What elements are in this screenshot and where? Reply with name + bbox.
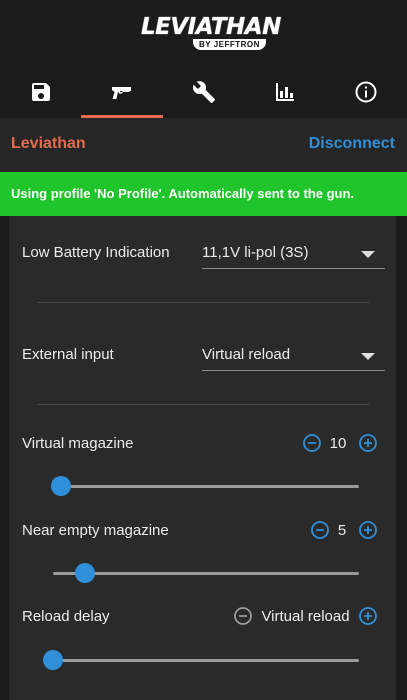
slider-track xyxy=(53,572,359,575)
virtual-magazine-decrement-button[interactable] xyxy=(303,434,321,452)
tab-save[interactable] xyxy=(0,66,81,118)
logo-title: LEVIATHAN xyxy=(141,14,281,40)
tab-info[interactable] xyxy=(326,66,407,118)
tab-gun[interactable] xyxy=(81,66,163,118)
tab-tools[interactable] xyxy=(163,66,244,118)
near-empty-magazine-value: 5 xyxy=(337,522,347,539)
chevron-down-icon xyxy=(361,251,375,258)
virtual-magazine-value: 10 xyxy=(329,435,347,452)
reload-delay-label: Reload delay xyxy=(22,608,110,625)
plus-circle-icon xyxy=(359,434,377,452)
virtual-magazine-slider[interactable] xyxy=(50,475,359,497)
profile-status-banner: Using profile 'No Profile'. Automaticall… xyxy=(0,172,407,216)
divider xyxy=(38,302,369,303)
minus-circle-icon xyxy=(234,607,252,625)
settings-panel: Low Battery Indication 11,1V li-pol (3S)… xyxy=(9,216,396,700)
low-battery-select[interactable]: 11,1V li-pol (3S) xyxy=(202,238,385,269)
disconnect-button[interactable]: Disconnect xyxy=(309,135,395,153)
plus-circle-icon xyxy=(359,607,377,625)
slider-track xyxy=(53,485,359,488)
virtual-magazine-label: Virtual magazine xyxy=(22,435,134,452)
leviathan-logo: LEVIATHAN BY JEFFTRON xyxy=(141,14,281,54)
external-input-label: External input xyxy=(22,346,114,363)
slider-thumb[interactable] xyxy=(50,476,71,496)
reload-delay-value: Virtual reload xyxy=(261,608,350,625)
logo-subtitle: BY JEFFTRON xyxy=(193,39,266,50)
wrench-icon xyxy=(192,81,215,103)
reload-delay-decrement-button[interactable] xyxy=(234,607,252,625)
save-icon xyxy=(31,83,50,101)
near-empty-increment-button[interactable] xyxy=(359,521,377,539)
connection-bar: Leviathan Disconnect xyxy=(0,118,407,172)
reload-delay-increment-button[interactable] xyxy=(359,607,377,625)
chevron-down-icon xyxy=(361,353,375,360)
bar-chart-icon xyxy=(275,83,294,101)
device-name: Leviathan xyxy=(11,135,86,152)
near-empty-decrement-button[interactable] xyxy=(311,521,329,539)
low-battery-label: Low Battery Indication xyxy=(22,244,170,261)
minus-circle-icon xyxy=(303,434,321,452)
near-empty-magazine-slider[interactable] xyxy=(53,562,359,584)
minus-circle-icon xyxy=(311,521,329,539)
divider xyxy=(38,404,369,405)
virtual-magazine-increment-button[interactable] xyxy=(359,434,377,452)
slider-track xyxy=(53,659,359,662)
reload-delay-slider[interactable] xyxy=(43,649,359,671)
tab-stats[interactable] xyxy=(244,66,325,118)
external-input-select[interactable]: Virtual reload xyxy=(202,340,385,371)
low-battery-value: 11,1V li-pol (3S) xyxy=(202,244,309,261)
slider-thumb[interactable] xyxy=(75,563,96,583)
info-icon xyxy=(355,81,377,103)
near-empty-magazine-label: Near empty magazine xyxy=(22,522,169,539)
app-header: LEVIATHAN BY JEFFTRON xyxy=(0,0,407,66)
external-input-value: Virtual reload xyxy=(202,346,291,363)
slider-thumb[interactable] xyxy=(43,650,63,670)
tab-bar xyxy=(0,66,407,118)
gun-icon xyxy=(112,87,132,99)
plus-circle-icon xyxy=(359,521,377,539)
